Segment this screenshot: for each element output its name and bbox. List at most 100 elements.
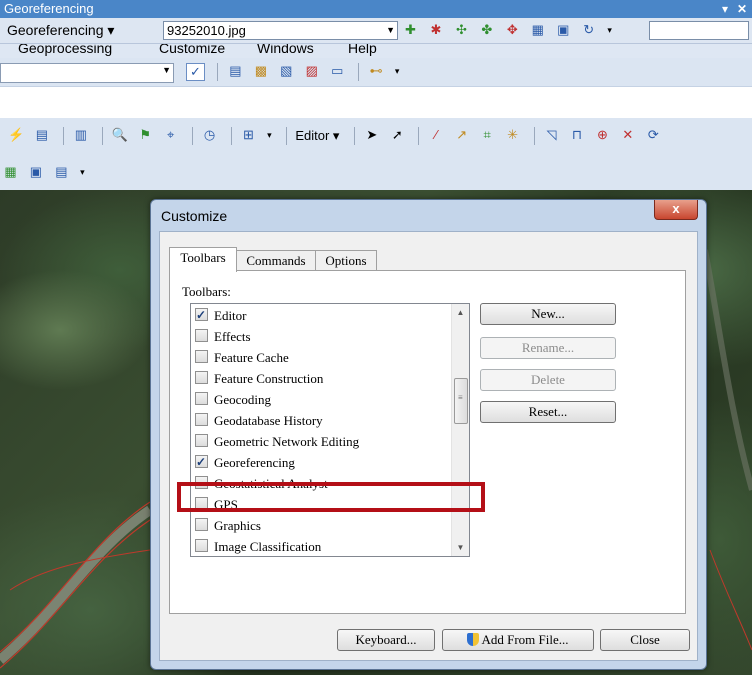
scroll-up-icon[interactable]: ▲	[452, 304, 469, 321]
search-window-icon[interactable]: ▧	[278, 63, 295, 79]
keyboard-button[interactable]: Keyboard...	[337, 629, 435, 651]
menu-geoprocessing[interactable]: Geoprocessing	[18, 44, 112, 56]
toolbar-checkbox[interactable]	[195, 539, 208, 552]
straight-segment-icon[interactable]: ⁄	[428, 127, 445, 143]
find-route-icon[interactable]: ⚑	[137, 127, 154, 143]
delete-button[interactable]: Delete	[480, 369, 616, 391]
close-button[interactable]: Close	[600, 629, 690, 651]
list-scrollbar[interactable]: ▲ ≡ ▼	[451, 304, 469, 556]
rotate-angle-input[interactable]	[649, 21, 749, 40]
tab-options[interactable]: Options	[315, 250, 377, 271]
toolbar-list-item[interactable]: Editor	[195, 305, 247, 326]
view-link-table-icon[interactable]: ▦	[529, 22, 546, 38]
cut-polygons-icon[interactable]: ⊕	[594, 127, 611, 143]
select-link-icon[interactable]: ✣	[453, 22, 470, 38]
toolbar-list-item-label: Effects	[214, 329, 251, 344]
chevron-down-icon[interactable]: ▼	[386, 22, 395, 39]
toolbar-checkbox[interactable]	[195, 371, 208, 384]
point-icon[interactable]: ✳	[504, 127, 521, 143]
georef-menu-label: Georeferencing	[7, 22, 104, 38]
arctoolbox-icon[interactable]: ▨	[303, 63, 320, 79]
close-icon[interactable]: ✕	[737, 0, 747, 18]
menu-customize[interactable]: Customize	[159, 44, 225, 56]
toolbar-checkbox[interactable]	[195, 305, 208, 325]
georef-toolbar-titlebar[interactable]: Georeferencing ▾ ✕	[0, 0, 752, 18]
add-from-file-button[interactable]: Add From File...	[442, 629, 594, 651]
measure-icon[interactable]: ▥	[72, 127, 89, 143]
toolbars-list[interactable]: Editor Effects Feature Cache Feature Constr…	[190, 303, 470, 557]
delete-link-icon[interactable]: ✥	[504, 22, 521, 38]
end-point-arc-icon[interactable]: ↗	[453, 127, 470, 143]
edit-vertices-icon[interactable]: ◹	[543, 127, 560, 143]
separator	[353, 127, 355, 145]
extra-toolbar-row: ▦ ▣ ▤ ▾	[0, 154, 752, 191]
rename-button[interactable]: Rename...	[480, 337, 616, 359]
trace-icon[interactable]: ⌗	[479, 127, 496, 143]
flash-icon[interactable]: ⚡	[8, 127, 25, 143]
editor-menu-button[interactable]: Editor ▾	[295, 127, 339, 144]
reset-button[interactable]: Reset...	[480, 401, 616, 423]
toolbar-list-item[interactable]: Geocoding	[195, 390, 271, 410]
create-features-icon[interactable]: ▤	[53, 164, 70, 180]
highlight-box	[177, 482, 485, 512]
toolbar-checkbox[interactable]	[195, 434, 208, 447]
toolbar-list-item[interactable]: Effects	[195, 327, 251, 347]
tab-commands[interactable]: Commands	[235, 250, 317, 271]
attributes-icon[interactable]: ▦	[2, 164, 19, 180]
table-of-contents-icon[interactable]: ▤	[227, 63, 244, 79]
zoom-to-link-icon[interactable]: ✤	[478, 22, 495, 38]
toolbar-list-item[interactable]: Graphics	[195, 516, 261, 536]
chevron-down-icon[interactable]: ▾	[393, 63, 401, 79]
toolbar-list-item[interactable]: Feature Cache	[195, 348, 289, 368]
toolbar-checkbox[interactable]	[195, 413, 208, 426]
menu-windows[interactable]: Windows	[257, 44, 314, 56]
georef-layer-combo[interactable]: 93252010.jpg ▼	[163, 21, 398, 40]
time-slider-icon[interactable]: ◷	[201, 127, 218, 143]
go-to-xy-icon[interactable]: ⌖	[162, 127, 179, 143]
new-button[interactable]: New...	[480, 303, 616, 325]
separator	[358, 63, 360, 81]
georef-menu-button[interactable]: Georeferencing ▾	[4, 21, 117, 39]
toolbar-checkbox[interactable]	[195, 392, 208, 405]
catalog-icon[interactable]: ▩	[252, 63, 269, 79]
toolbar-checkbox[interactable]	[195, 329, 208, 342]
chevron-down-icon[interactable]: ▾	[606, 22, 614, 38]
toolbar-list-item[interactable]: Georeferencing	[195, 452, 295, 473]
edit-tool-icon[interactable]: ➤	[363, 127, 380, 143]
toolbar-list-item[interactable]: Feature Construction	[195, 369, 323, 389]
viewer-icon[interactable]: ▣	[555, 22, 572, 38]
menu-help[interactable]: Help	[348, 44, 377, 56]
toolbar-checkbox[interactable]	[195, 452, 208, 472]
scroll-thumb[interactable]: ≡	[454, 378, 468, 424]
toolbar-checkbox[interactable]	[195, 350, 208, 363]
toolbar-list-item[interactable]: Image Classification	[195, 537, 321, 556]
chevron-down-icon[interactable]: ▾	[265, 127, 273, 143]
toolbar-list-item[interactable]: Geodatabase History	[195, 411, 323, 431]
scale-combo[interactable]: ▼	[0, 63, 174, 83]
toolbar-list-item[interactable]: Geometric Network Editing	[195, 432, 359, 452]
dialog-close-button[interactable]: x	[654, 200, 698, 220]
chevron-down-icon[interactable]: ▼	[162, 65, 171, 75]
edit-annotation-icon[interactable]: ➚	[389, 127, 406, 143]
toolbar-checkbox[interactable]	[195, 518, 208, 531]
model-builder-icon[interactable]: ⊷	[368, 63, 385, 79]
tab-toolbars[interactable]: Toolbars	[169, 247, 237, 272]
python-window-icon[interactable]: ▭	[329, 63, 346, 79]
auto-registration-icon[interactable]: ✱	[427, 22, 444, 38]
sketch-properties-icon[interactable]: ▣	[27, 164, 44, 180]
identify-icon[interactable]: ▤	[33, 127, 50, 143]
standard-toolbar-row: ▼ ✓ ▤ ▩ ▧ ▨ ▭ ⊷ ▾	[0, 58, 752, 87]
separator	[418, 127, 420, 145]
chevron-down-icon[interactable]: ▾	[78, 164, 86, 180]
scroll-down-icon[interactable]: ▼	[452, 539, 469, 556]
add-control-points-icon[interactable]: ✚	[402, 22, 419, 38]
editor-toolbar-icon[interactable]: ✓	[186, 63, 205, 81]
toolbar-list-item-label: Editor	[214, 308, 247, 323]
rotate-tool-icon[interactable]: ⟳	[645, 127, 662, 143]
magnifier-icon[interactable]: ⊞	[240, 127, 257, 143]
split-tool-icon[interactable]: ✕	[619, 127, 636, 143]
find-icon[interactable]: 🔍	[111, 127, 128, 143]
dropdown-arrow-icon[interactable]: ▾	[722, 0, 728, 18]
rotate-icon[interactable]: ↻	[580, 22, 597, 38]
reshape-feature-icon[interactable]: ⊓	[568, 127, 585, 143]
